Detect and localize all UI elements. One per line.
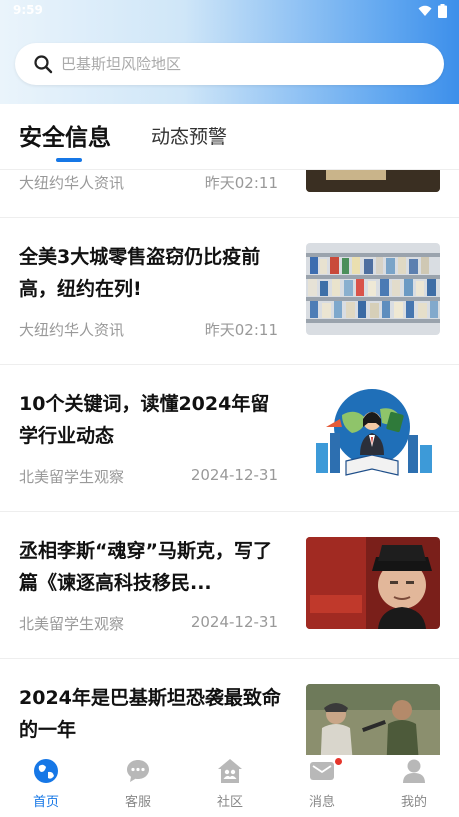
nav-messages[interactable]: 消息 bbox=[276, 755, 368, 817]
news-item[interactable]: 丞相李斯“魂穿”马斯克，写了篇《谏逐高科技移民... 北美留学生观察 2024-… bbox=[0, 512, 459, 659]
person-icon bbox=[403, 759, 425, 783]
bottom-nav: 首页 客服 社区 消息 我的 bbox=[0, 755, 459, 817]
news-thumbnail[interactable] bbox=[306, 684, 440, 755]
nav-messages-label: 消息 bbox=[308, 795, 335, 810]
nav-profile[interactable]: 我的 bbox=[368, 755, 459, 817]
news-item[interactable]: 全美3大城零售盗窃仍比疫前高，纽约在列! 大纽约华人资讯 昨天02:11 bbox=[0, 218, 459, 365]
community-house-icon bbox=[218, 759, 242, 783]
header: 9:59 bbox=[0, 0, 459, 104]
nav-profile-label: 我的 bbox=[400, 795, 427, 810]
news-thumbnail[interactable] bbox=[306, 170, 440, 192]
news-title: 丞相李斯“魂穿”马斯克，写了篇《谏逐高科技移民... bbox=[19, 540, 272, 594]
search-icon[interactable] bbox=[33, 54, 53, 74]
nav-community-label: 社区 bbox=[216, 795, 243, 810]
tab-safety-info[interactable]: 安全信息 bbox=[19, 118, 111, 152]
status-time: 9:59 bbox=[13, 3, 43, 17]
news-feed[interactable]: 大纽约华人资讯 昨天02:11 全美3大城零售盗窃仍比疫前高，纽约在列! 大纽约… bbox=[0, 170, 459, 755]
chat-bubble-icon bbox=[127, 760, 149, 782]
search-bar[interactable] bbox=[15, 43, 444, 85]
news-time: 2024-12-31 bbox=[190, 466, 278, 484]
mail-icon bbox=[310, 762, 334, 780]
nav-customer-service-label: 客服 bbox=[124, 795, 151, 810]
news-thumbnail[interactable] bbox=[306, 387, 440, 479]
news-time: 昨天02:11 bbox=[204, 321, 278, 339]
unread-badge bbox=[335, 758, 342, 765]
news-source: 北美留学生观察 bbox=[19, 615, 125, 633]
news-time: 2024-12-31 bbox=[190, 613, 278, 631]
app-screen: 9:59 安全信息 动态预警 bbox=[0, 0, 459, 817]
news-thumbnail[interactable] bbox=[306, 537, 440, 629]
news-title: 全美3大城零售盗窃仍比疫前高，纽约在列! bbox=[19, 246, 261, 300]
active-tab-indicator bbox=[56, 158, 82, 162]
news-time: 昨天02:11 bbox=[204, 174, 278, 192]
news-title: 10个关键词，读懂2024年留学行业动态 bbox=[19, 393, 270, 447]
tab-bar: 安全信息 动态预警 bbox=[0, 104, 459, 170]
battery-icon bbox=[438, 4, 447, 18]
tab-dynamic-alerts[interactable]: 动态预警 bbox=[151, 122, 227, 149]
nav-customer-service[interactable]: 客服 bbox=[92, 755, 184, 817]
nav-home[interactable]: 首页 bbox=[0, 755, 92, 817]
news-source: 北美留学生观察 bbox=[19, 468, 125, 486]
nav-community[interactable]: 社区 bbox=[184, 755, 276, 817]
news-source: 大纽约华人资讯 bbox=[19, 174, 125, 192]
news-item[interactable]: 大纽约华人资讯 昨天02:11 bbox=[0, 170, 459, 218]
search-input[interactable] bbox=[61, 55, 401, 73]
news-thumbnail[interactable] bbox=[306, 243, 440, 335]
news-item[interactable]: 2024年是巴基斯坦恐袭最致命的一年 bbox=[0, 659, 459, 755]
nav-home-label: 首页 bbox=[32, 795, 59, 810]
globe-icon bbox=[34, 759, 58, 783]
news-item[interactable]: 10个关键词，读懂2024年留学行业动态 北美留学生观察 2024-12-31 bbox=[0, 365, 459, 512]
wifi-icon bbox=[418, 5, 432, 16]
status-icons bbox=[418, 4, 447, 18]
news-source: 大纽约华人资讯 bbox=[19, 321, 125, 339]
status-bar: 9:59 bbox=[0, 0, 459, 24]
news-title: 2024年是巴基斯坦恐袭最致命的一年 bbox=[19, 687, 281, 741]
